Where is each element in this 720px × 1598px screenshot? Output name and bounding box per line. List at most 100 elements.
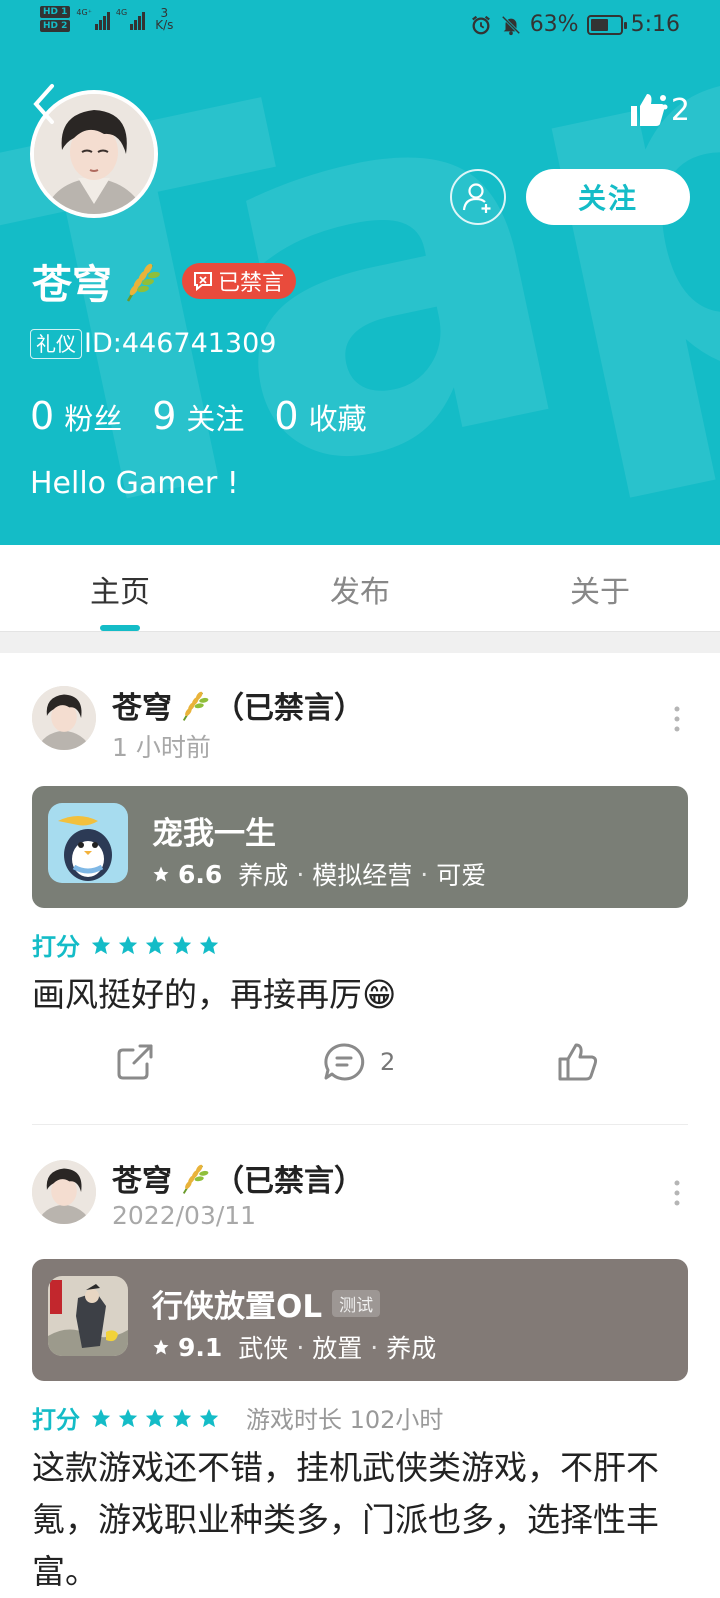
stat-favorites-count: 0 [274,394,299,438]
like-count: 2 [670,92,690,128]
star-icon [153,866,169,882]
rating-label: 打分 [32,1406,80,1434]
rating-row: 打分 游戏时长 102小时 [32,1400,443,1435]
rating-star-icon [172,1408,192,1427]
alarm-icon [471,15,490,34]
game-tag: 养成 [386,1334,437,1363]
user-id: ID:446741309 [84,328,277,359]
post-time: 1 小时前 [112,733,211,762]
like-count-button[interactable]: 2 [629,92,690,128]
back-arrow-icon[interactable] [30,82,56,126]
muted-badge-label: 已禁言 [218,271,285,296]
rating-row: 打分 [32,927,220,962]
wheat-icon [126,263,160,302]
post-author[interactable]: 苍穹 （已禁言） [112,683,364,727]
rating-label: 打分 [32,933,80,961]
profile-name: 苍穹 [32,262,112,308]
game-score: 6.6 [178,859,223,889]
post-author-status: （已禁言） [214,691,364,726]
stat-favorites[interactable]: 0 收藏 [274,394,366,438]
etiquette-tag: 礼仪 [30,328,82,359]
rating-star-icon [91,1408,111,1427]
post-author-name: 苍穹 [112,1164,172,1199]
game-title: 行侠放置OL [152,1289,323,1325]
mute-bell-icon [501,15,520,35]
thumbs-up-icon [630,94,668,126]
game-card[interactable]: 行侠放置OL 测试 9.1 武侠 · 放置 · 养成 [32,1259,688,1381]
review-text: 这款游戏还不错，挂机武侠类游戏，不肝不氪，游戏职业种类多，门派也多，选择性丰富。 [32,1448,659,1591]
tab-about[interactable]: 关于 [480,567,720,611]
tag-separator: · [296,859,305,889]
stat-fans-count: 0 [30,394,55,438]
muted-chat-icon [194,272,212,291]
more-options-icon[interactable] [674,705,680,733]
game-tag: 放置 [312,1334,363,1363]
battery-icon [586,14,627,35]
tag-separator: · [296,1332,305,1362]
game-card[interactable]: 宠我一生 6.6 养成 · 模拟经营 · 可爱 [32,786,688,908]
game-score: 9.1 [178,1332,223,1362]
battery-percent: 63% [529,12,579,37]
rating-star-icon [199,935,219,954]
follow-button[interactable]: 关注 [526,169,690,225]
add-friend-button[interactable] [450,169,506,225]
signal-2-icon: 4G [116,8,146,30]
battery-level [590,18,609,31]
stat-fans-label: 粉丝 [64,402,123,436]
wheat-icon [182,1164,209,1194]
game-title: 宠我一生 [152,816,276,852]
stat-following-label: 关注 [186,402,245,436]
play-time: 游戏时长 102小时 [246,1406,444,1434]
tab-home[interactable]: 主页 [0,567,240,611]
game-tag: 武侠 [238,1334,289,1363]
test-badge: 测试 [332,1290,381,1317]
game-tag: 可爱 [436,861,487,890]
comment-icon [324,1043,365,1081]
post-actions: 2 [0,1041,720,1101]
muted-status-badge: 已禁言 [182,263,297,299]
tag-separator: · [370,1332,379,1362]
tab-posts[interactable]: 发布 [240,567,480,611]
rating-star-icon [199,1408,219,1427]
hd1-indicator: HD 1 [40,6,71,18]
profile-bio: Hello Gamer ! [30,466,239,501]
post-author-avatar[interactable] [32,686,96,750]
post-author-avatar[interactable] [32,1160,96,1224]
thumbs-up-outline-icon [558,1043,598,1081]
post-author-status: （已禁言） [214,1164,364,1199]
network-speed: 3 K/s [155,6,174,32]
comment-count: 2 [380,1048,396,1076]
rating-star-icon [118,1408,138,1427]
rating-stars [90,934,220,956]
hd2-indicator: HD 2 [40,20,71,32]
game-meta: 9.1 武侠 · 放置 · 养成 [152,1329,436,1365]
wheat-icon [182,691,209,721]
share-button[interactable] [114,1041,156,1083]
like-button[interactable] [556,1041,600,1083]
rating-star-icon [91,935,111,954]
profile-header: Tap HD 1 HD 2 4G⁺ 4G 3 K/s 63% 5:16 2 关注… [0,0,720,545]
post-divider [32,1124,688,1125]
review-text: 画风挺好的，再接再厉😁 [32,975,397,1014]
more-options-icon[interactable] [674,1179,680,1207]
tag-separator: · [420,859,429,889]
profile-tabs: 主页 发布 关于 [0,545,720,631]
game-tag: 模拟经营 [312,861,413,890]
game-tag: 养成 [238,861,289,890]
post-author[interactable]: 苍穹 （已禁言） [112,1156,364,1200]
feed-post: 苍穹 （已禁言） 1 小时前 宠我一生 6.6 养成 · 模拟经营 · 可爱 打… [0,653,720,1125]
feed-post: 苍穹 （已禁言） 2022/03/11 行侠放置OL 测试 9.1 武侠 · 放… [0,1126,720,1591]
game-icon [48,1276,128,1356]
rating-star-icon [145,1408,165,1427]
star-icon [153,1339,169,1355]
stat-following[interactable]: 9 关注 [152,394,244,438]
rating-star-icon [172,935,192,954]
stat-favorites-label: 收藏 [308,402,367,436]
stat-fans[interactable]: 0 粉丝 [30,394,122,438]
rating-star-icon [145,935,165,954]
status-bar: HD 1 HD 2 4G⁺ 4G 3 K/s 63% 5:16 [0,0,720,50]
signal-1-icon: 4G⁺ [76,8,110,30]
comment-button[interactable]: 2 [322,1041,395,1083]
post-time: 2022/03/11 [112,1201,257,1230]
profile-stats: 0 粉丝 9 关注 0 收藏 [30,394,397,438]
